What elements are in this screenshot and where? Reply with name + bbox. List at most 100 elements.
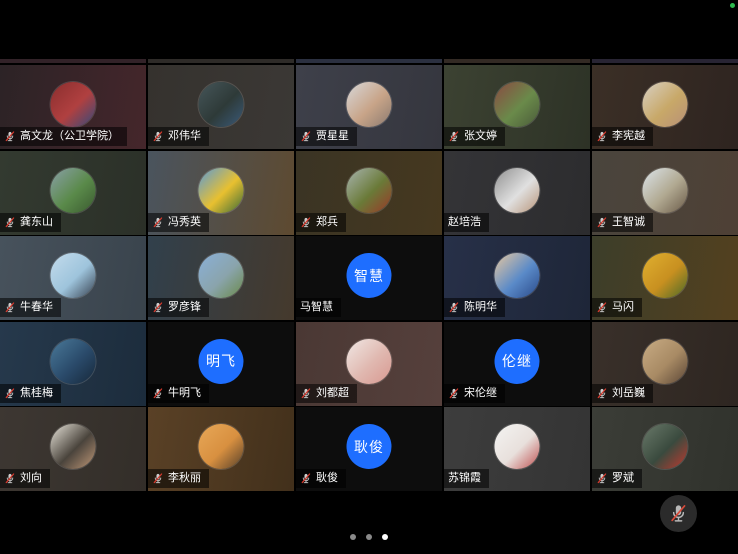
participant-name: 罗彦锋 (168, 300, 201, 315)
participant-nameplate: 贾星星 (296, 127, 357, 146)
participant-name: 龚东山 (20, 215, 53, 230)
participant-tile[interactable]: 马闪 (592, 236, 738, 320)
page-dot (350, 534, 356, 540)
participant-avatar (199, 168, 244, 213)
participant-tile[interactable]: 刘都超 (296, 322, 442, 406)
mic-muted-icon (4, 387, 16, 400)
participant-tile[interactable]: 高文龙（公卫学院） (0, 65, 146, 149)
mic-muted-icon (152, 387, 164, 400)
participant-name: 高文龙（公卫学院） (20, 129, 119, 144)
mic-muted-icon (300, 216, 312, 229)
previous-row-sliver (0, 59, 738, 63)
participant-name: 牛春华 (20, 300, 53, 315)
participant-avatar (643, 82, 688, 127)
participant-tile[interactable]: 张文婷 (444, 65, 590, 149)
participant-avatar (347, 339, 392, 384)
participant-tile[interactable]: 李秋丽 (148, 407, 294, 491)
participant-name: 马闪 (612, 300, 634, 315)
page-dot (366, 534, 372, 540)
participant-name: 李宪越 (612, 129, 645, 144)
mic-muted-icon (152, 216, 164, 229)
participant-avatar (199, 253, 244, 298)
participant-nameplate: 陈明华 (444, 298, 505, 317)
mic-muted-icon (668, 503, 689, 524)
participant-avatar (199, 82, 244, 127)
participant-name: 马智慧 (300, 300, 333, 315)
participant-name: 邓伟华 (168, 129, 201, 144)
mic-muted-icon (596, 130, 608, 143)
participant-nameplate: 邓伟华 (148, 127, 209, 146)
avatar-initials: 智慧 (354, 266, 384, 286)
participant-tile[interactable]: 刘岳巍 (592, 322, 738, 406)
participant-tile[interactable]: 李宪越 (592, 65, 738, 149)
participant-name: 李秋丽 (168, 471, 201, 486)
mic-muted-icon (4, 216, 16, 229)
mic-muted-icon (448, 387, 460, 400)
meeting-screen: 高文龙（公卫学院） 邓伟华 (0, 0, 738, 554)
participants-grid: 高文龙（公卫学院） 邓伟华 (0, 65, 738, 491)
participant-nameplate: 王智诚 (592, 213, 653, 232)
mic-muted-icon (596, 216, 608, 229)
participant-nameplate: 马智慧 (296, 298, 341, 317)
mic-muted-icon (300, 472, 312, 485)
participant-tile[interactable]: 罗斌 (592, 407, 738, 491)
participant-nameplate: 罗彦锋 (148, 298, 209, 317)
participant-tile[interactable]: 明飞 牛明飞 (148, 322, 294, 406)
mic-muted-icon (596, 387, 608, 400)
mic-muted-icon (596, 472, 608, 485)
camera-active-dot (730, 3, 735, 8)
participant-name: 刘向 (20, 471, 42, 486)
page-dot-active (382, 534, 388, 540)
participant-name: 宋伦继 (464, 386, 497, 401)
participant-name: 冯秀英 (168, 215, 201, 230)
participant-tile[interactable]: 焦桂梅 (0, 322, 146, 406)
participant-avatar (643, 339, 688, 384)
participant-name: 王智诚 (612, 215, 645, 230)
participant-tile[interactable]: 郑兵 (296, 151, 442, 235)
participant-tile[interactable]: 罗彦锋 (148, 236, 294, 320)
participant-nameplate: 冯秀英 (148, 213, 209, 232)
participant-tile[interactable]: 王智诚 (592, 151, 738, 235)
participant-avatar: 耿俊 (347, 424, 392, 469)
participant-name: 罗斌 (612, 471, 634, 486)
participant-tile[interactable]: 邓伟华 (148, 65, 294, 149)
participant-tile[interactable]: 贾星星 (296, 65, 442, 149)
participant-avatar (347, 168, 392, 213)
participant-nameplate: 牛春华 (0, 298, 61, 317)
participant-nameplate: 焦桂梅 (0, 384, 61, 403)
mic-mute-button[interactable] (660, 495, 697, 532)
participant-name: 苏锦霞 (448, 471, 481, 486)
participant-name: 赵培浩 (448, 215, 481, 230)
mic-muted-icon (152, 130, 164, 143)
mic-muted-icon (596, 301, 608, 314)
participant-tile[interactable]: 龚东山 (0, 151, 146, 235)
participant-avatar (51, 82, 96, 127)
participant-tile[interactable]: 智慧 马智慧 (296, 236, 442, 320)
participant-avatar (643, 424, 688, 469)
participant-tile[interactable]: 赵培浩 (444, 151, 590, 235)
participant-nameplate: 刘向 (0, 469, 50, 488)
participant-nameplate: 李秋丽 (148, 469, 209, 488)
mic-muted-icon (152, 301, 164, 314)
participant-avatar (643, 168, 688, 213)
participant-nameplate: 宋伦继 (444, 384, 505, 403)
avatar-initials: 明飞 (206, 351, 236, 371)
participant-tile[interactable]: 牛春华 (0, 236, 146, 320)
page-indicator-dots (0, 534, 738, 540)
participant-avatar: 明飞 (199, 339, 244, 384)
participant-nameplate: 赵培浩 (444, 213, 489, 232)
participant-avatar (495, 82, 540, 127)
participant-tile[interactable]: 耿俊 耿俊 (296, 407, 442, 491)
participant-nameplate: 龚东山 (0, 213, 61, 232)
participant-tile[interactable]: 伦继 宋伦继 (444, 322, 590, 406)
participant-nameplate: 李宪越 (592, 127, 653, 146)
participant-nameplate: 高文龙（公卫学院） (0, 127, 127, 146)
mic-muted-icon (152, 472, 164, 485)
participant-nameplate: 郑兵 (296, 213, 346, 232)
participant-avatar (495, 253, 540, 298)
participant-tile[interactable]: 刘向 (0, 407, 146, 491)
participant-tile[interactable]: 苏锦霞 (444, 407, 590, 491)
participant-tile[interactable]: 冯秀英 (148, 151, 294, 235)
participant-tile[interactable]: 陈明华 (444, 236, 590, 320)
participant-avatar (51, 253, 96, 298)
